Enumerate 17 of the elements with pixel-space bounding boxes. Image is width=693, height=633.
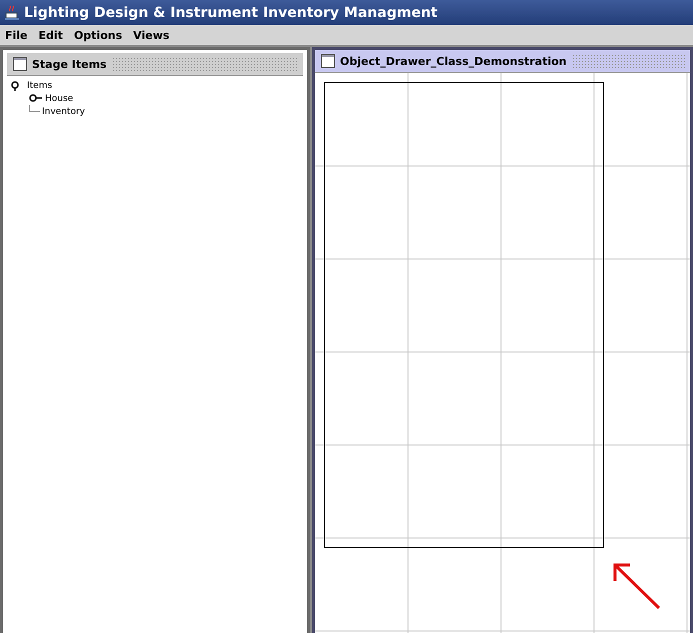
frame-title-bar[interactable]: Stage Items — [7, 53, 303, 76]
node-handle-icon[interactable] — [29, 94, 43, 104]
window-title: Lighting Design & Instrument Inventory Managment — [24, 4, 438, 20]
menu-item[interactable]: Views — [133, 28, 170, 42]
frame-title: Stage Items — [32, 58, 107, 70]
tree-item[interactable]: Items — [27, 80, 52, 90]
menu-item[interactable]: Edit — [38, 28, 63, 42]
arrow — [614, 564, 660, 610]
menu-item[interactable]: File — [5, 28, 28, 42]
menu-item[interactable]: Options — [74, 28, 122, 42]
tree-item[interactable]: House — [45, 94, 74, 104]
window-icon — [321, 54, 335, 68]
window-icon — [13, 57, 27, 71]
coffee-cup-icon — [4, 4, 20, 20]
tree-item[interactable]: Inventory — [42, 106, 85, 116]
frame-title: Object_Drawer_Class_Demonstration — [340, 54, 567, 68]
frame-title-bar[interactable]: Object_Drawer_Class_Demonstration — [315, 50, 690, 73]
